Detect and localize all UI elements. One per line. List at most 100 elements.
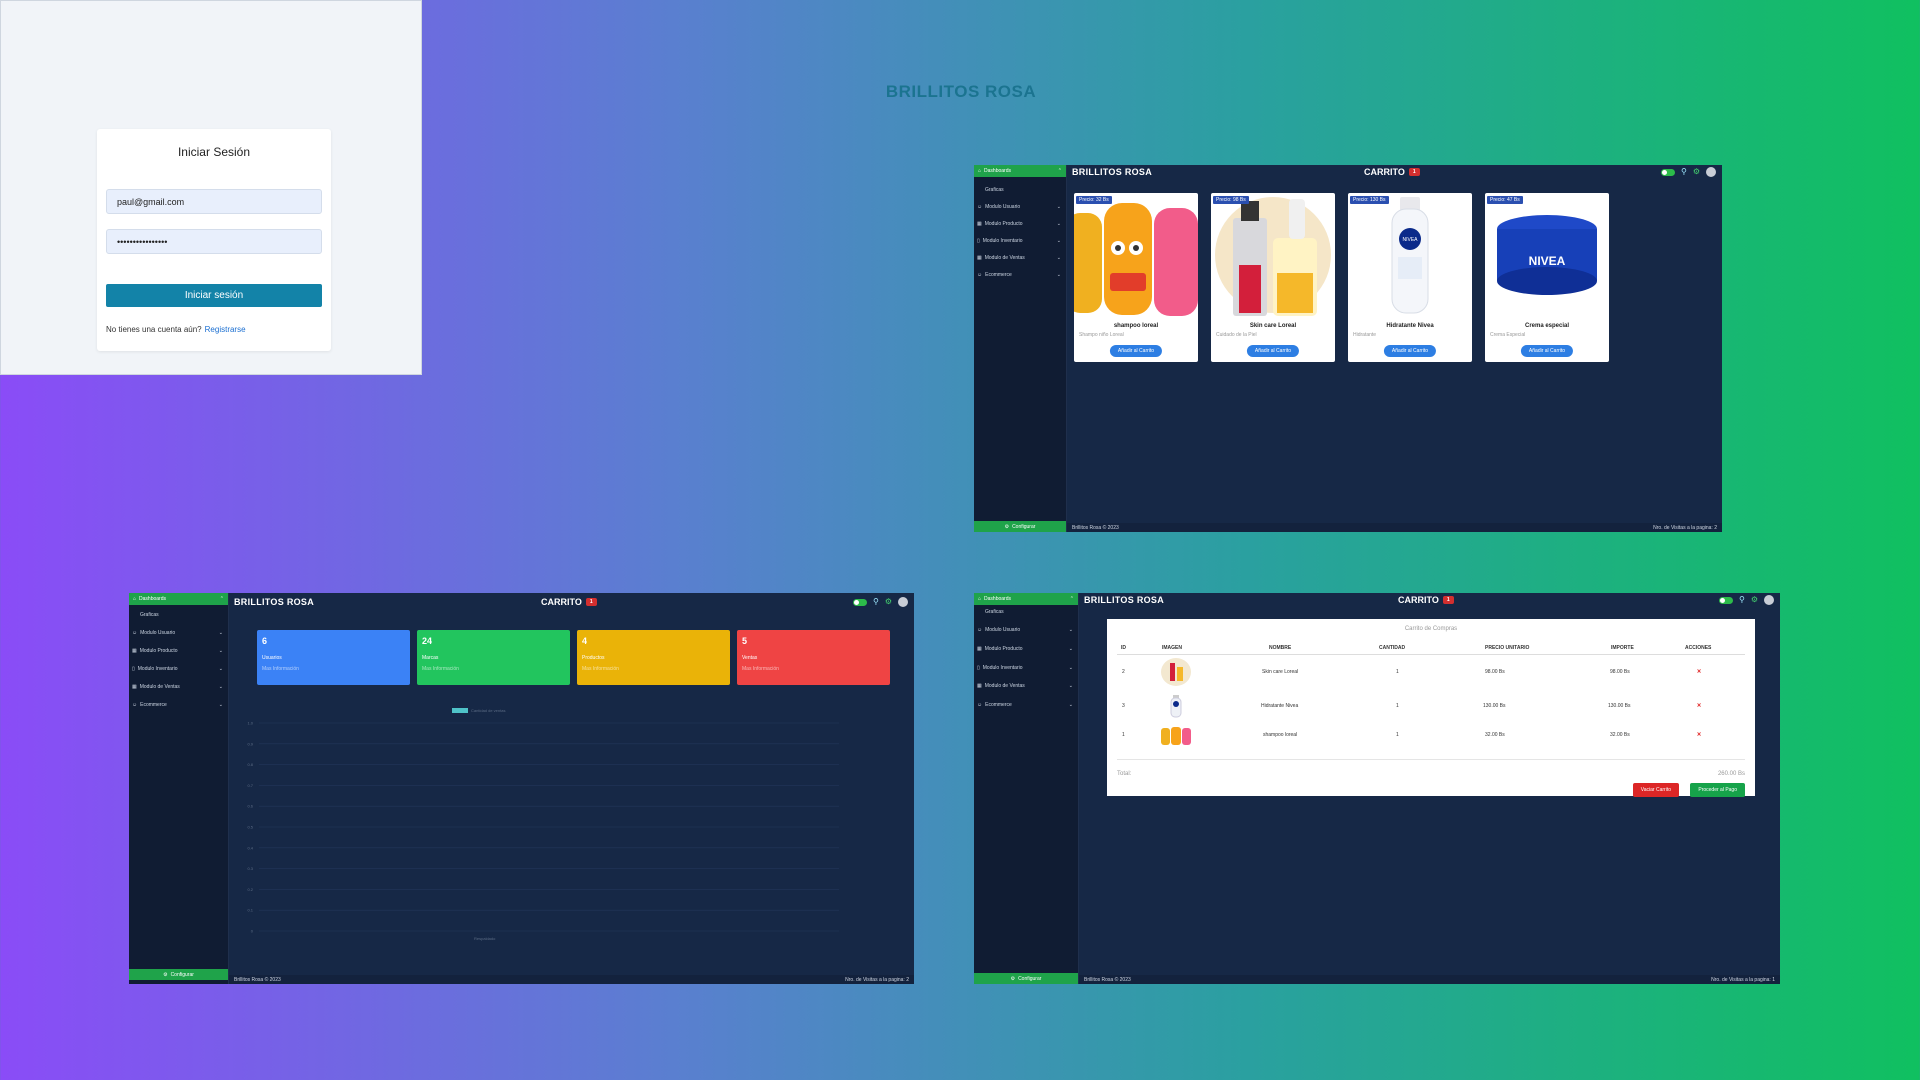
- sidebar-dashboards[interactable]: ⌂ Dashboards ⌃: [974, 165, 1066, 177]
- footer-visits: Nro. de Visitas a la pagina: 2: [845, 976, 909, 983]
- add-to-cart-button[interactable]: Añadir al Carrito: [1383, 345, 1437, 357]
- sidebar-item-usuario[interactable]: ☺ Modulo Usuario ⌄: [974, 625, 1078, 635]
- sidebar-item-ecommerce[interactable]: ☺ Ecommerce ⌄: [129, 700, 228, 710]
- sidebar-item-ecommerce[interactable]: ☺ Ecommerce ⌄: [974, 270, 1066, 280]
- sidebar-item-producto[interactable]: ▦ Modulo Producto ⌄: [974, 644, 1078, 654]
- sidebar: ⌂ Dashboards ⌃ Graficas ☺ Modulo Usuario ⌄ ▦…: [974, 593, 1079, 984]
- stat-label: Ventas: [742, 655, 758, 661]
- chevron-down-icon: ⌄: [1056, 272, 1061, 278]
- sidebar-dashboards-label: Dashboards: [139, 596, 166, 602]
- cart-indicator[interactable]: CARRITO 1: [541, 597, 597, 607]
- theme-toggle[interactable]: [1660, 168, 1675, 176]
- sidebar-item-label: Modulo Usuario: [140, 630, 176, 636]
- configurar-button[interactable]: ⚙ Configurar: [974, 521, 1066, 532]
- remove-item-button[interactable]: ×: [1697, 669, 1701, 676]
- stat-more-link[interactable]: Mas Información: [422, 666, 565, 672]
- sidebar-item-label: Modulo de Ventas: [984, 255, 1025, 261]
- avatar[interactable]: [1764, 595, 1774, 605]
- chevron-down-icon: ⌄: [1068, 665, 1073, 671]
- avatar[interactable]: [1706, 167, 1716, 177]
- row-image: [1161, 658, 1191, 686]
- theme-toggle[interactable]: [852, 598, 867, 606]
- chevron-down-icon: ⌄: [1068, 627, 1073, 633]
- total-label: Total:: [1117, 771, 1132, 777]
- chevron-up-icon: ⌃: [1057, 168, 1062, 174]
- topbar-icons: ⚲ ⚙: [1718, 595, 1774, 605]
- chart-xlabel: Respaldado: [474, 936, 496, 941]
- price-badge: Precio: 130 Bs: [1350, 196, 1389, 204]
- stat-more-link[interactable]: Mas Información: [742, 666, 885, 672]
- settings-icon[interactable]: ⚙: [885, 598, 892, 606]
- sidebar-dashboards[interactable]: ⌂ Dashboards ⌃: [129, 593, 228, 605]
- footer-visits: Nro. de Visitas a la pagina: 1: [1711, 976, 1775, 983]
- cart-indicator[interactable]: CARRITO 1: [1364, 167, 1420, 177]
- search-icon[interactable]: ⚲: [1739, 596, 1745, 604]
- avatar[interactable]: [898, 597, 908, 607]
- sidebar-item-graficas[interactable]: Graficas: [129, 610, 228, 620]
- dashboard-screen: ⌂ Dashboards ⌃ Graficas ☺ Modulo Usuario ⌄ ▦…: [129, 593, 914, 984]
- topbar: BRILLITOS ROSA CARRITO 1 ⚲ ⚙: [1067, 165, 1722, 179]
- register-prompt-text: No tienes una cuenta aún?: [106, 325, 202, 334]
- stat-label: Marcas: [422, 655, 439, 661]
- home-icon: ⌂: [978, 596, 982, 602]
- sidebar-dashboards[interactable]: ⌂ Dashboards ⌃: [974, 593, 1078, 605]
- theme-toggle[interactable]: [1718, 596, 1733, 604]
- empty-cart-button[interactable]: Vaciar Carrito: [1632, 783, 1679, 797]
- sidebar-item-producto[interactable]: ▦ Modulo Producto ⌄: [129, 646, 228, 656]
- settings-icon[interactable]: ⚙: [1751, 596, 1758, 604]
- col-header-acciones: ACCIONES: [1685, 645, 1712, 651]
- app-brand: BRILLITOS ROSA: [1084, 595, 1165, 605]
- sidebar-item-ecommerce[interactable]: ☺ Ecommerce ⌄: [974, 700, 1078, 710]
- login-button[interactable]: Iniciar sesión: [106, 284, 322, 307]
- sidebar-item-graficas[interactable]: Graficas: [974, 185, 1066, 195]
- cart-screen: ⌂ Dashboards ⌃ Graficas ☺ Modulo Usuario ⌄ ▦…: [974, 593, 1780, 984]
- sidebar-item-ventas[interactable]: ▦ Modulo de Ventas ⌄: [974, 681, 1078, 691]
- search-icon[interactable]: ⚲: [1681, 168, 1687, 176]
- register-link[interactable]: Registrarse: [205, 325, 246, 334]
- cart-badge: 1: [1442, 596, 1454, 604]
- chevron-down-icon: ⌄: [1056, 238, 1061, 244]
- stat-card-marcas: 24 Marcas Mas Información: [417, 630, 570, 685]
- sidebar-item-inventario[interactable]: ▯ Modulo Inventario ⌄: [974, 663, 1078, 673]
- sidebar-item-producto[interactable]: ▦ Modulo Producto ⌄: [974, 219, 1066, 229]
- footer-copyright: Brillitos Rosa © 2023: [234, 976, 281, 983]
- remove-item-button[interactable]: ×: [1697, 703, 1701, 710]
- search-icon[interactable]: ⚲: [873, 598, 879, 606]
- sidebar-item-inventario[interactable]: ▯ Modulo Inventario ⌄: [974, 236, 1066, 246]
- add-to-cart-button[interactable]: Añadir al Carrito: [1109, 345, 1163, 357]
- chevron-down-icon: ⌄: [1068, 702, 1073, 708]
- configurar-button[interactable]: ⚙ Configurar: [974, 973, 1078, 984]
- stat-more-link[interactable]: Mas Información: [262, 666, 405, 672]
- chevron-up-icon: ⌃: [1069, 596, 1074, 602]
- sidebar-item-graficas[interactable]: Graficas: [974, 607, 1078, 617]
- shampoo-bottles-image: [1074, 203, 1198, 316]
- topbar-icons: ⚲ ⚙: [1660, 167, 1716, 177]
- configurar-label: Configurar: [1018, 975, 1042, 982]
- register-prompt: No tienes una cuenta aún? Registrarse: [106, 325, 246, 334]
- y-tick-label: 0.6: [247, 804, 253, 809]
- sidebar-item-usuario[interactable]: ☺ Modulo Usuario ⌄: [129, 628, 228, 638]
- sidebar-item-usuario[interactable]: ☺ Modulo Usuario ⌄: [974, 202, 1066, 212]
- sidebar-item-label: Modulo Inventario: [137, 666, 178, 672]
- cream-tin-image: NIVEA: [1497, 215, 1597, 295]
- email-field[interactable]: [106, 189, 322, 214]
- sidebar-item-label: Modulo Inventario: [982, 238, 1023, 244]
- cart-indicator[interactable]: CARRITO 1: [1398, 595, 1454, 605]
- configurar-button[interactable]: ⚙ Configurar: [129, 969, 228, 980]
- settings-icon[interactable]: ⚙: [1693, 168, 1700, 176]
- stat-more-link[interactable]: Mas Información: [582, 666, 725, 672]
- checkout-button[interactable]: Proceder al Pago: [1690, 783, 1745, 797]
- password-field[interactable]: [106, 229, 322, 254]
- cell-id: 3: [1122, 703, 1125, 709]
- y-tick-label: 0.8: [247, 762, 253, 767]
- add-to-cart-button[interactable]: Añadir al Carrito: [1520, 345, 1574, 357]
- sidebar-item-ventas[interactable]: ▦ Modulo de Ventas ⌄: [974, 253, 1066, 263]
- sidebar-item-inventario[interactable]: ▯ Modulo Inventario ⌄: [129, 664, 228, 674]
- add-to-cart-button[interactable]: Añadir al Carrito: [1246, 345, 1300, 357]
- y-tick-label: 0.4: [247, 845, 253, 850]
- topbar-icons: ⚲ ⚙: [852, 597, 908, 607]
- topbar: BRILLITOS ROSA CARRITO 1 ⚲ ⚙: [1079, 593, 1780, 607]
- sidebar-item-ventas[interactable]: ▦ Modulo de Ventas ⌄: [129, 682, 228, 692]
- y-tick-label: 0: [251, 929, 254, 934]
- remove-item-button[interactable]: ×: [1697, 732, 1701, 739]
